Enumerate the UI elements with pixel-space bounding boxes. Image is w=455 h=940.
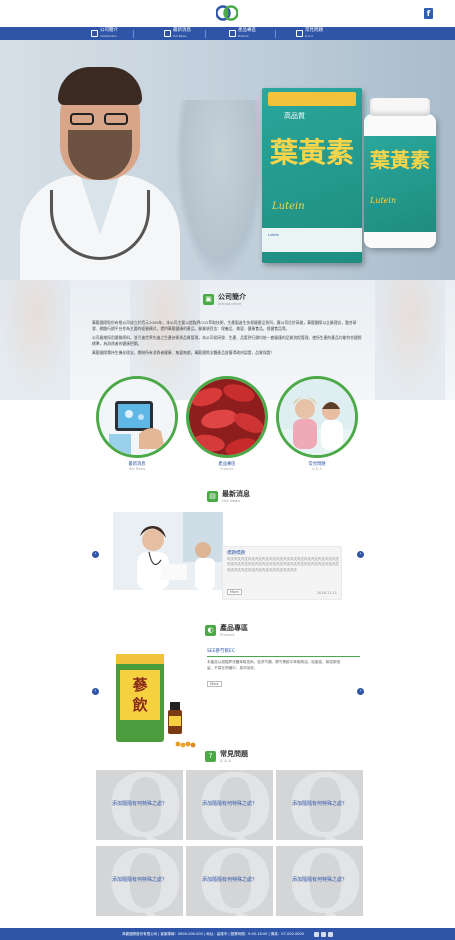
product-circle[interactable] — [186, 376, 268, 458]
footer: 萬龍國際股份有限公司 | 客服專線：0800-000-000 | 地址：高雄市 … — [0, 928, 455, 940]
svg-text:飲: 飲 — [131, 696, 148, 714]
facebook-icon[interactable] — [313, 931, 319, 937]
introduction-heading: ▣ 公司簡介 Introduction — [203, 293, 246, 306]
box-stripe-text: Lutein — [268, 233, 279, 237]
qa-heading: ? 常見問題 Q & A — [205, 750, 248, 763]
news-title: 標題標題 — [227, 551, 245, 556]
hero-banner[interactable]: 高品質 葉黃素 Lutein Lutein 葉黃素 Lutein — [0, 40, 455, 280]
capsule-icon: ◐ — [205, 625, 216, 636]
news-circle[interactable] — [96, 376, 178, 458]
nav-sublabel: Q & A — [305, 33, 314, 38]
news-heading: ▤ 最新消息 Hot News — [207, 490, 250, 503]
section-title: 最新消息 — [222, 490, 250, 498]
qa-question: 添加隨隨有何特殊之處？ — [291, 877, 347, 883]
section-subtitle: Introduction — [218, 301, 242, 306]
nav-sublabel: Hot News — [173, 33, 187, 38]
section-subtitle: Product — [220, 632, 235, 637]
bottle-english-title: Lutein — [370, 196, 397, 205]
section-title: 常見問題 — [220, 750, 248, 758]
nav-divider — [133, 30, 134, 38]
section-title: 產品專區 — [220, 624, 248, 632]
introduction-text: 萬龍國際股份有限公司成立於西元2009年，本公司主要以超臨界CO2萃取技術，生產… — [92, 320, 362, 359]
qa-card[interactable]: Q 添加隨隨有何特殊之處？ — [276, 770, 363, 840]
nav-sublabel: Introduction — [100, 33, 117, 38]
question-icon — [296, 30, 303, 37]
news-image[interactable] — [113, 512, 223, 590]
feature-sublabel: Q & A — [311, 467, 323, 471]
product-heading: ◐ 產品專區 Product — [205, 624, 248, 637]
nav-divider — [205, 30, 206, 38]
bottle-title: 葉黃素 — [370, 148, 430, 172]
feature-sublabel: Hot News — [128, 467, 146, 471]
feature-label-news: 最新消息 Hot News — [96, 462, 178, 472]
facebook-icon[interactable]: f — [424, 8, 433, 19]
nav-sublabel: Product — [238, 33, 249, 38]
news-body: 內文內文內文內文內文內文內文內文內文內文內文內文內文內文內文內文內文內文內文內文… — [227, 557, 339, 572]
qa-card[interactable]: Q 添加隨隨有何特殊之處？ — [96, 846, 183, 916]
news-icon — [164, 30, 171, 37]
qa-question: 添加隨隨有何特殊之處？ — [111, 801, 167, 807]
qa-question: 添加隨隨有何特殊之處？ — [111, 877, 167, 883]
box-subtitle: 高品質 — [284, 112, 305, 120]
box-english-title: Lutein — [272, 201, 305, 212]
building-icon: ▣ — [203, 294, 214, 305]
product-divider — [207, 656, 360, 657]
product-name: SEE蔘芍飲EC — [207, 649, 236, 654]
background-doctor-image — [0, 280, 70, 400]
qa-question: 添加隨隨有何特殊之處？ — [291, 801, 347, 807]
product-more-button[interactable]: More — [207, 681, 222, 687]
question-icon: ? — [205, 751, 216, 762]
feature-sublabel: Product — [220, 467, 234, 471]
qa-card[interactable]: Q 添加隨隨有何特殊之處？ — [186, 770, 273, 840]
qa-card[interactable]: Q 添加隨隨有何特殊之處？ — [276, 846, 363, 916]
top-bar: f — [0, 0, 455, 27]
nav-item-news[interactable]: 最新消息 Hot News — [164, 28, 191, 39]
news-more-button[interactable]: More — [227, 589, 242, 595]
prev-arrow-icon[interactable]: ‹ — [92, 551, 99, 558]
qa-question: 添加隨隨有何特殊之處？ — [201, 801, 257, 807]
qa-question: 添加隨隨有何特殊之處？ — [201, 877, 257, 883]
prev-arrow-icon[interactable]: ‹ — [92, 688, 99, 695]
news-icon: ▤ — [207, 491, 218, 502]
box-title: 葉黃素 — [270, 136, 355, 169]
qa-card[interactable]: Q 添加隨隨有何特殊之處？ — [186, 846, 273, 916]
feature-label-qa: 常見問題 Q & A — [276, 462, 358, 472]
cross-circle-logo[interactable] — [216, 3, 238, 23]
tablet-hand-image — [99, 379, 175, 455]
footer-text: 萬龍國際股份有限公司 | 客服專線：0800-000-000 | 地址：高雄市 … — [122, 931, 304, 936]
doctor-image — [10, 65, 190, 280]
nav-item-product[interactable]: 產品專區 Product — [229, 28, 256, 39]
nav-item-introduction[interactable]: 公司簡介 Introduction — [91, 28, 118, 39]
product-image[interactable]: 蔘 飲 — [108, 648, 208, 748]
building-icon — [91, 30, 98, 37]
line-icon[interactable] — [320, 931, 326, 937]
qa-circle[interactable] — [276, 376, 358, 458]
news-date: 2016.11.11 — [316, 591, 337, 595]
intro-paragraph: 萬龍國際秉持生機化理念，期盼所有消費者健康、無憂無慮，萬龍國際全體產品皆獲得政府… — [92, 350, 275, 355]
nurse-patient-image — [279, 379, 355, 455]
lutein-bottle: 葉黃素 Lutein — [364, 98, 436, 248]
nav-divider — [275, 30, 276, 38]
next-arrow-icon[interactable]: › — [357, 551, 364, 558]
svg-text:蔘: 蔘 — [131, 676, 148, 694]
main-nav: 公司簡介 Introduction 最新消息 Hot News 產品專區 Produc… — [0, 27, 455, 40]
intro-paragraph: 萬龍國際股份有限公司成立於西元2009年，本公司主要以超臨界CO2萃取技術，生產… — [92, 320, 357, 331]
news-card: 標題標題 內文內文內文內文內文內文內文內文內文內文內文內文內文內文內文內文內文內… — [222, 546, 342, 600]
mail-icon[interactable] — [327, 931, 333, 937]
section-subtitle: Q & A — [220, 758, 231, 763]
red-pills-image — [189, 379, 265, 455]
background-doctor-image — [375, 280, 445, 400]
lutein-product-box: 高品質 葉黃素 Lutein Lutein — [262, 88, 362, 263]
section-subtitle: Hot News — [222, 498, 241, 503]
footer-social-icons — [313, 931, 333, 937]
intro-paragraph: 公司嚴格採用優質原料，並引進世界先進之生產技術與品質管理，本公司從研發、生產、品… — [92, 335, 362, 346]
nav-item-qa[interactable]: 常見問題 Q & A — [296, 28, 323, 39]
product-description: 本產品以超臨界流體萃取技術，從蔘芍類、蕨芍黃飲中萃取精油，純度高，無溶劑殘留，不… — [207, 660, 340, 670]
qa-card[interactable]: Q 添加隨隨有何特殊之處？ — [96, 770, 183, 840]
section-title: 公司簡介 — [218, 293, 246, 301]
product-icon — [229, 30, 236, 37]
feature-label-product: 產品專區 Product — [186, 462, 268, 472]
next-arrow-icon[interactable]: › — [357, 688, 364, 695]
